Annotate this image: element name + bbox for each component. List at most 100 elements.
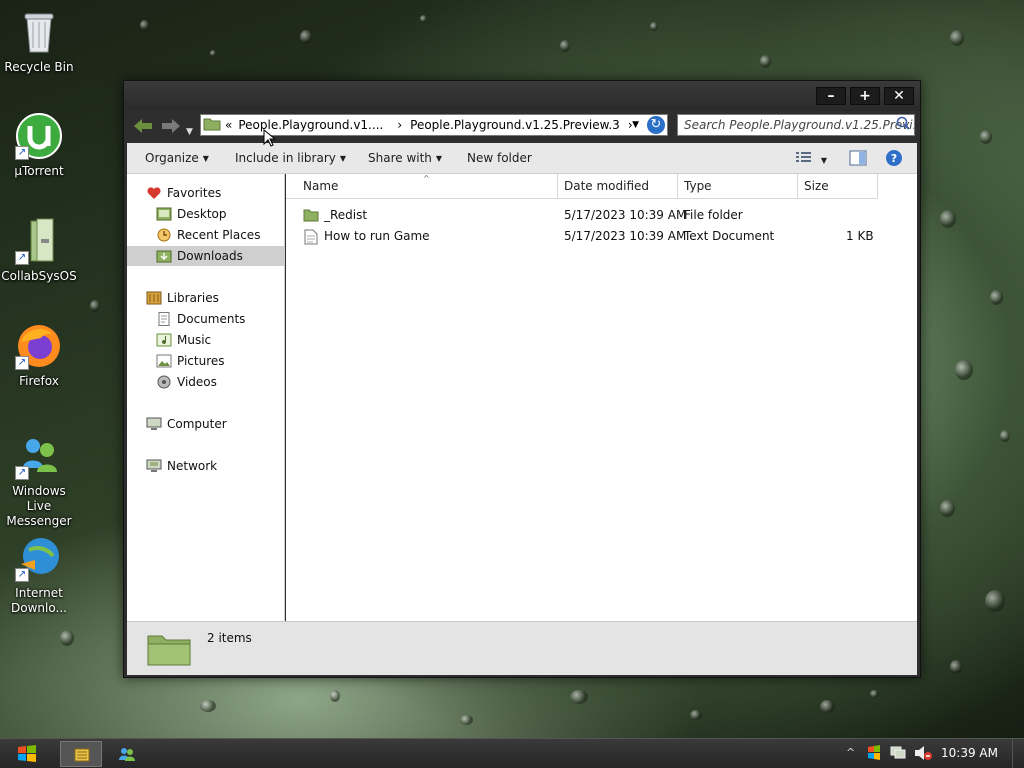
desktop-icon-label: Internet Downlo...	[11, 586, 67, 615]
file-date: 5/17/2023 10:39 AM	[564, 229, 687, 243]
network-tray-icon[interactable]	[890, 745, 906, 761]
utorrent-icon: ↗	[15, 112, 63, 160]
nav-item-documents[interactable]: Documents	[127, 309, 285, 329]
back-button[interactable]	[134, 118, 152, 138]
idm-icon: ↗	[15, 534, 63, 582]
close-button[interactable]: ✕	[884, 87, 914, 105]
desktop-icon-messenger[interactable]: ↗ Windows Live Messenger	[0, 432, 78, 529]
nav-label: Network	[167, 459, 218, 473]
nav-item-pictures[interactable]: Pictures	[127, 351, 285, 371]
nav-label: Computer	[167, 417, 227, 431]
shortcut-arrow-icon: ↗	[15, 251, 29, 265]
taskbar-explorer-button[interactable]	[60, 741, 102, 767]
file-row[interactable]: How to run Game 5/17/2023 10:39 AM Text …	[286, 226, 878, 247]
forward-button[interactable]	[162, 118, 180, 138]
shortcut-arrow-icon: ↗	[15, 466, 29, 480]
recent-pages-button[interactable]: ▼	[186, 123, 193, 141]
folder-icon	[203, 117, 221, 134]
file-row[interactable]: _Redist 5/17/2023 10:39 AM File folder	[286, 205, 878, 226]
nav-label: Pictures	[177, 354, 225, 368]
nav-item-recent-places[interactable]: Recent Places	[127, 225, 285, 245]
column-header-date-modified[interactable]: Date modified	[558, 174, 678, 199]
desktop-icon-internet-download-manager[interactable]: ↗ Internet Downlo...	[0, 534, 78, 616]
organize-menu[interactable]: Organize ▼	[145, 151, 209, 165]
help-button[interactable]: ?	[885, 149, 903, 170]
taskbar: ^ 10:39 AM	[0, 738, 1024, 768]
include-in-library-label: Include in library	[235, 151, 336, 165]
nav-item-music[interactable]: Music	[127, 330, 285, 350]
column-header-name[interactable]: Name ^	[286, 174, 558, 199]
nav-item-network[interactable]: Network	[127, 456, 285, 476]
firefox-icon: ↗	[15, 322, 63, 370]
column-header-size[interactable]: Size	[798, 174, 878, 199]
navigation-bar: ▼ « People.Playground.v1.... › People.Pl…	[124, 111, 920, 143]
refresh-button[interactable]: ↻	[647, 116, 665, 134]
nav-label: Downloads	[177, 249, 243, 263]
clock[interactable]: 10:39 AM	[941, 746, 998, 760]
search-input[interactable]: Search People.Playground.v1.25.Previ...	[677, 114, 915, 136]
view-options-button[interactable]: ▼	[795, 150, 827, 167]
show-desktop-button[interactable]	[1012, 739, 1024, 768]
messenger-icon: ↗	[15, 432, 63, 480]
file-name: How to run Game	[324, 229, 430, 243]
desktop-icon-utorrent[interactable]: ↗ µTorrent	[0, 112, 78, 179]
column-label: Type	[684, 179, 712, 193]
nav-item-favorites[interactable]: Favorites	[127, 183, 285, 203]
desktop-icon-label: Windows Live Messenger	[6, 484, 72, 528]
breadcrumb-separator[interactable]: ›	[397, 118, 402, 132]
nav-item-desktop[interactable]: Desktop	[127, 204, 285, 224]
file-name: _Redist	[324, 208, 368, 222]
text-document-icon	[304, 229, 318, 245]
start-button[interactable]	[14, 741, 42, 767]
music-icon	[156, 333, 172, 347]
minimize-button[interactable]: –	[816, 87, 846, 105]
nav-label: Libraries	[167, 291, 219, 305]
column-label: Date modified	[564, 179, 650, 193]
downloads-icon	[156, 250, 172, 263]
desktop-icon-firefox[interactable]: ↗ Firefox	[0, 322, 78, 389]
nav-item-libraries[interactable]: Libraries	[127, 288, 285, 308]
sort-ascending-icon: ^	[423, 174, 430, 183]
breadcrumb-segment[interactable]: People.Playground.v1....	[238, 118, 383, 132]
breadcrumb-segment[interactable]: People.Playground.v1.25.Preview.3	[410, 118, 620, 132]
recent-places-icon	[157, 228, 171, 242]
desktop-icon-recycle-bin[interactable]: Recycle Bin	[0, 8, 78, 75]
title-bar[interactable]: – + ✕	[124, 81, 920, 111]
address-dropdown-icon[interactable]: ▼	[632, 120, 639, 130]
nav-item-computer[interactable]: Computer	[127, 414, 285, 434]
file-type: File folder	[684, 208, 743, 222]
chevron-down-icon: ▼	[339, 154, 347, 163]
videos-icon	[157, 375, 171, 389]
taskbar-messenger-button[interactable]	[106, 741, 148, 767]
share-with-label: Share with	[368, 151, 432, 165]
desktop-icon-collabsysos[interactable]: ↗ CollabSysOS	[0, 217, 78, 284]
volume-muted-icon[interactable]	[914, 745, 932, 761]
desktop-icon	[156, 207, 172, 221]
new-folder-button[interactable]: New folder	[467, 151, 532, 165]
action-center-flag-icon[interactable]	[866, 745, 882, 761]
explorer-window: – + ✕ ▼ « People.Playground.v1.... › Peo…	[123, 80, 921, 678]
column-header-type[interactable]: Type	[678, 174, 798, 199]
preview-pane-button[interactable]	[849, 150, 867, 169]
file-list: Name ^ Date modified Type Size _Redist 5…	[286, 174, 917, 621]
show-hidden-icons-button[interactable]: ^	[846, 746, 855, 759]
desktop-icon-label: CollabSysOS	[1, 269, 77, 283]
mouse-cursor-icon	[263, 129, 275, 147]
shortcut-arrow-icon: ↗	[15, 568, 29, 582]
messenger-icon	[119, 748, 135, 761]
address-overflow-button[interactable]: «	[225, 118, 232, 132]
maximize-button[interactable]: +	[850, 87, 880, 105]
share-with-menu[interactable]: Share with ▼	[368, 151, 442, 165]
column-label: Name	[303, 179, 339, 193]
include-in-library-menu[interactable]: Include in library ▼	[235, 151, 346, 165]
nav-label: Videos	[177, 375, 217, 389]
navigation-pane: Favorites Desktop Recent Places Download…	[127, 174, 285, 621]
nav-item-downloads[interactable]: Downloads	[127, 246, 285, 266]
network-icon	[146, 459, 162, 472]
nav-item-videos[interactable]: Videos	[127, 372, 285, 392]
search-icon[interactable]	[894, 116, 912, 134]
pictures-icon	[156, 354, 172, 368]
file-type: Text Document	[684, 229, 775, 243]
forward-arrow-icon	[162, 119, 180, 133]
chevron-down-icon: ▼	[435, 154, 443, 163]
